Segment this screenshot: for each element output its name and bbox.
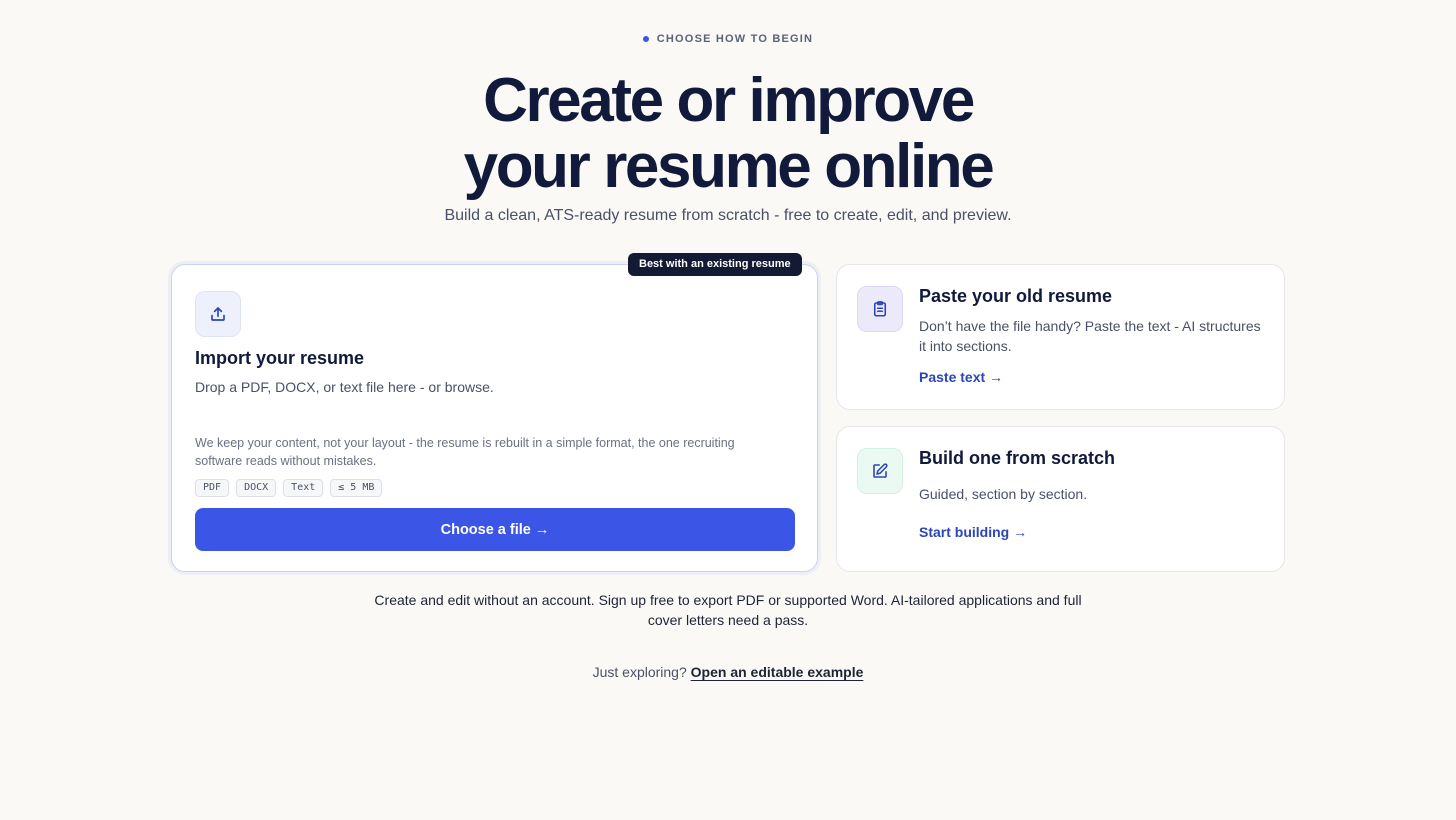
choose-file-button[interactable]: Choose a file →: [195, 508, 795, 551]
clipboard-icon: [857, 286, 903, 332]
upload-icon: [195, 291, 241, 337]
open-example-link[interactable]: Open an editable example: [691, 664, 864, 680]
build-from-scratch-card[interactable]: Build one from scratch Guided, section b…: [836, 426, 1285, 572]
start-building-link[interactable]: Start building →: [919, 524, 1027, 540]
page-title-line-1: Create or improve: [483, 66, 975, 135]
page: CHOOSE HOW TO BEGIN Create or improve yo…: [0, 0, 1456, 820]
paste-text-link[interactable]: Paste text →: [919, 369, 1003, 385]
import-card-title: Import your resume: [195, 348, 365, 368]
import-resume-card[interactable]: Import your resume Drop a PDF, DOCX, or …: [171, 264, 818, 572]
import-card-note: We keep your content, not your layout - …: [195, 436, 735, 468]
eyebrow: CHOOSE HOW TO BEGIN: [0, 33, 1456, 45]
chip-size-limit: ≤ 5 MB: [330, 479, 383, 497]
paste-resume-card[interactable]: Paste your old resume Don’t have the fil…: [836, 264, 1285, 410]
account-footnote: Create and edit without an account. Sign…: [374, 592, 1082, 628]
best-with-existing-badge: Best with an existing resume: [628, 253, 802, 276]
build-card-title: Build one from scratch: [919, 448, 1116, 468]
chip-pdf: PDF: [195, 479, 230, 497]
build-card-description: Guided, section by section.: [919, 486, 1088, 502]
file-type-chips: PDF DOCX Text ≤ 5 MB: [195, 479, 383, 497]
explore-line: Just exploring? Open an editable example: [0, 664, 1456, 680]
explore-prefix: Just exploring?: [592, 664, 687, 680]
chip-text: Text: [283, 479, 324, 497]
eyebrow-dot: [642, 36, 649, 42]
page-title: Create or improve your resume online: [0, 68, 1456, 200]
page-subtitle: Build a clean, ATS-ready resume from scr…: [444, 207, 1012, 224]
chip-docx: DOCX: [236, 479, 277, 497]
edit-icon: [857, 448, 903, 494]
page-title-line-2: your resume online: [463, 132, 995, 201]
paste-card-title: Paste your old resume: [919, 286, 1113, 306]
paste-card-description: Don’t have the file handy? Paste the tex…: [919, 318, 1261, 354]
eyebrow-label: CHOOSE HOW TO BEGIN: [656, 33, 814, 45]
import-card-description: Drop a PDF, DOCX, or text file here - or…: [195, 379, 494, 395]
